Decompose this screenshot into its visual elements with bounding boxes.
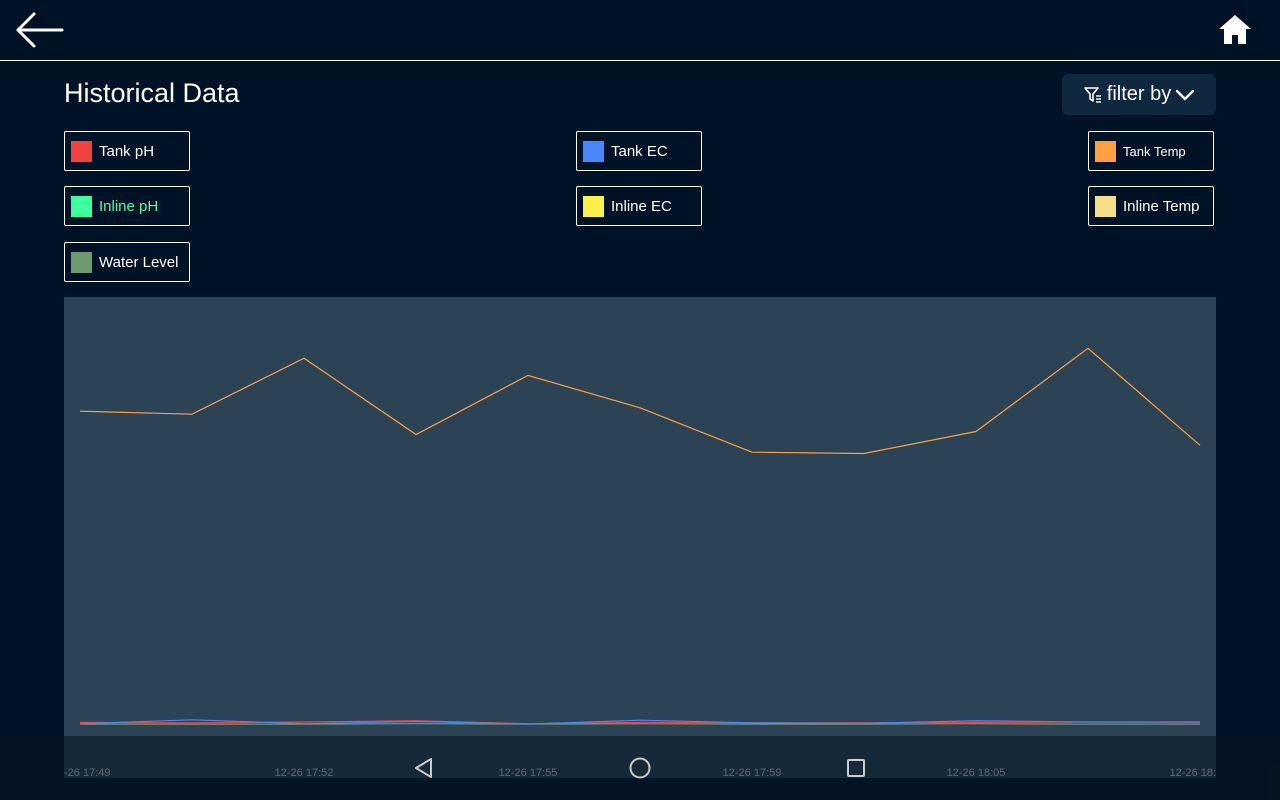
nav-home-button[interactable] (628, 756, 652, 785)
legend-toggle-tank-temp[interactable]: Tank Temp (1088, 131, 1214, 171)
home-button[interactable] (1216, 12, 1254, 48)
arrow-left-icon (16, 12, 64, 48)
legend-label-inline-ec: Inline EC (611, 197, 672, 215)
filter-by-button[interactable]: filter by (1062, 74, 1216, 115)
historical-chart (64, 297, 1216, 778)
top-bar (0, 0, 1280, 61)
legend-toggle-inline-ec[interactable]: Inline EC (576, 186, 702, 226)
chevron-down-icon (1176, 89, 1195, 100)
tank-ec-swatch (583, 140, 604, 162)
legend-toggle-tank-ec[interactable]: Tank EC (576, 131, 702, 171)
nav-recents-button[interactable] (844, 756, 868, 785)
inline-ph-swatch (71, 195, 92, 217)
legend-label-water-level: Water Level (99, 253, 179, 271)
legend-toggle-inline-temp[interactable]: Inline Temp (1088, 186, 1214, 226)
legend-label-tank-ph: Tank pH (99, 142, 155, 160)
inline-temp-swatch (1095, 195, 1116, 217)
system-nav-bar (0, 736, 1280, 800)
page-title: Historical Data (64, 78, 240, 108)
legend-toggle-water-level[interactable]: Water Level (64, 242, 190, 282)
legend-label-tank-ec: Tank EC (611, 142, 668, 160)
filter-icon (1083, 86, 1101, 103)
filter-by-label: filter by (1106, 83, 1172, 105)
legend-toggle-inline-ph[interactable]: Inline pH (64, 186, 190, 226)
chart-svg (79, 347, 1201, 725)
legend-label-inline-temp: Inline Temp (1123, 197, 1200, 215)
triangle-back-icon (415, 758, 432, 778)
circle-home-icon (629, 757, 651, 779)
home-icon (1219, 15, 1251, 44)
square-recents-icon (847, 759, 865, 777)
tank-ph-swatch (71, 140, 92, 162)
legend-toggle-tank-ph[interactable]: Tank pH (64, 131, 190, 171)
water-level-swatch (71, 251, 92, 273)
nav-back-button[interactable] (412, 756, 436, 785)
legend-label-tank-temp: Tank Temp (1123, 143, 1186, 159)
inline-ec-swatch (583, 195, 604, 217)
tank-temp-swatch (1095, 140, 1116, 162)
back-button[interactable] (12, 10, 66, 50)
legend-label-inline-ph: Inline pH (99, 197, 159, 215)
series-line-tank-temp (79, 347, 1201, 455)
